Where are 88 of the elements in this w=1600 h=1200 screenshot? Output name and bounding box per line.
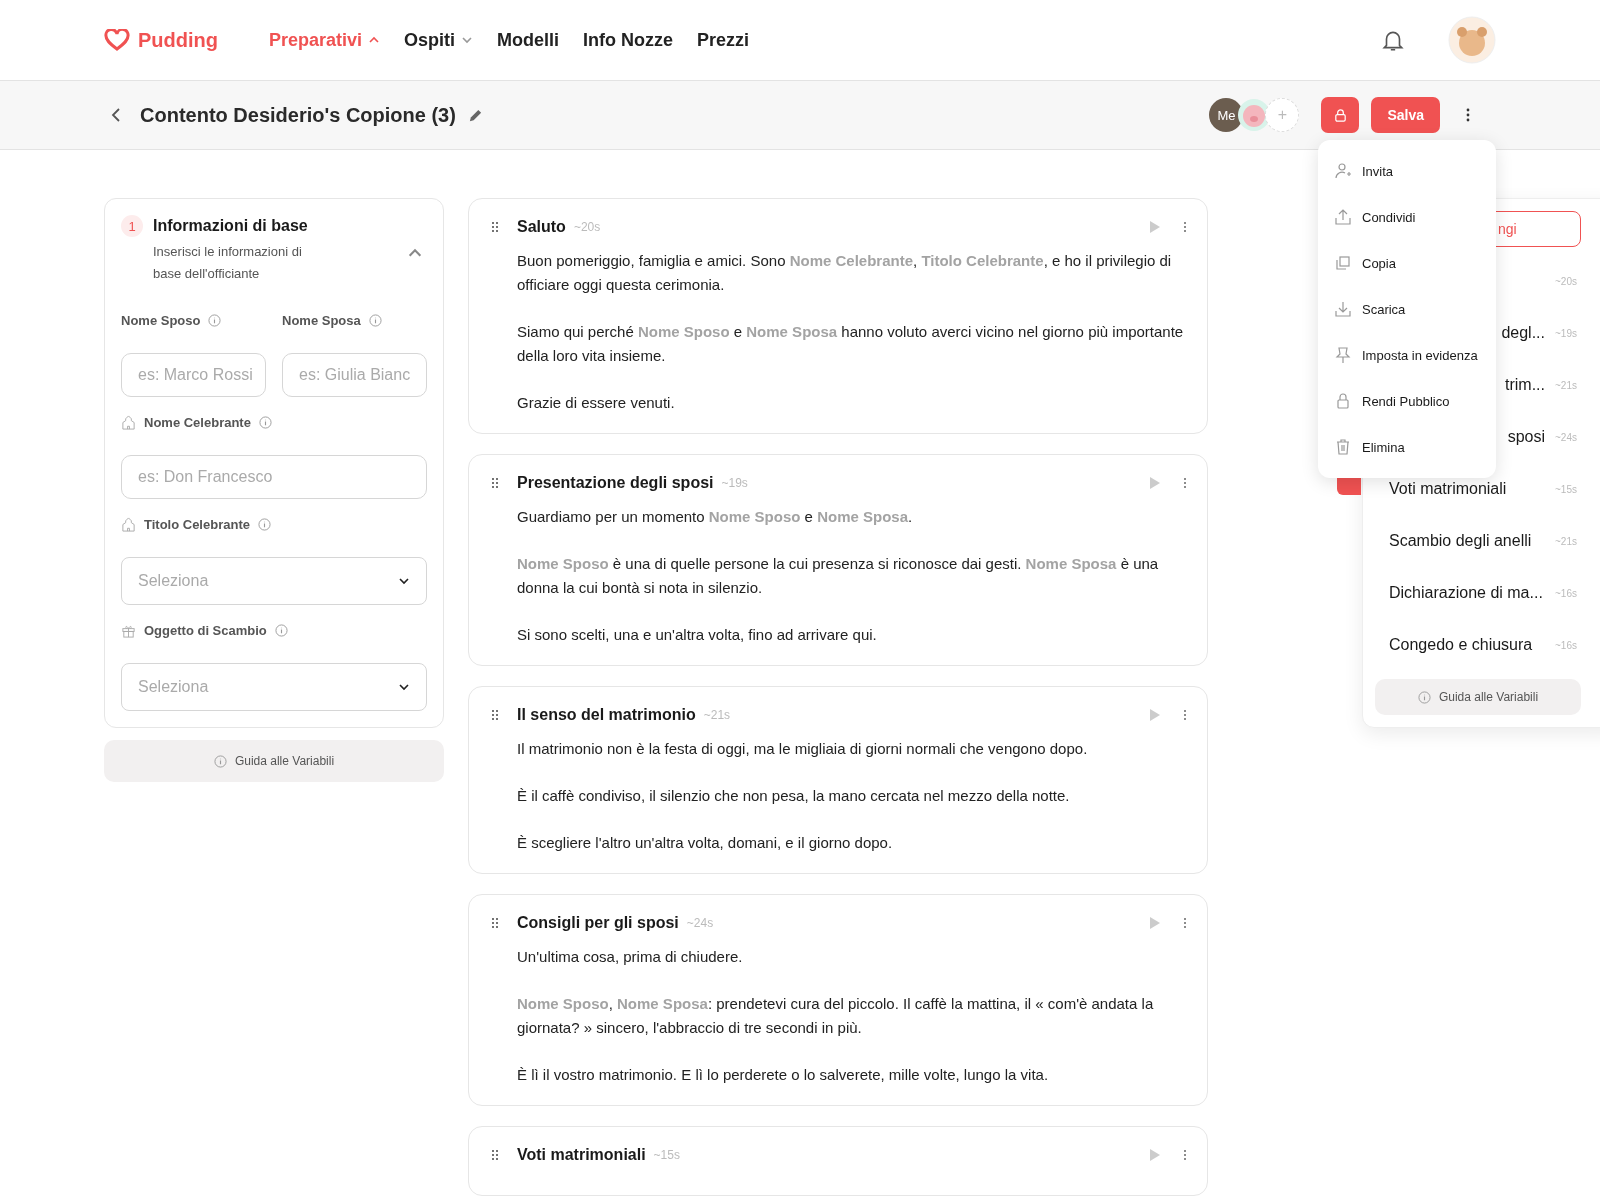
trash-icon [1334,438,1352,456]
script-paragraph: Siamo qui perché Nome Sposo e Nome Sposa hanno voluto averci vicino nel giorno più importante della loro vita insieme. [517,322,1185,366]
field-label: Nome Celebrante [144,414,251,430]
nav-link[interactable]: Info Nozze [583,29,674,51]
menu-item[interactable]: Imposta in evidenza [1318,332,1496,378]
pin-icon [1334,346,1352,364]
outline-item[interactable]: Dichiarazione di ma... [1375,584,1545,602]
info-icon [213,754,227,768]
script-paragraph: È lì il vostro matrimonio. E lì lo perderete o lo salverete, mille volte, lungo la vita. [517,1065,1050,1085]
outline-item[interactable]: Scambio degli anelli [1375,532,1545,550]
script-paragraph: Il matrimonio non è la festa di oggi, ma le migliaia di giorni normali che vengono dopo. [517,739,1089,759]
menu-item[interactable]: Copia [1318,240,1496,286]
brand-name: Pudding [138,28,218,52]
user-avatar[interactable] [1448,16,1496,64]
section-title: Saluto [517,218,566,236]
step-number: 1 [121,215,143,237]
form-subtitle: Inserisci le informazioni di base dell'officiante [153,243,303,283]
download-icon [1334,300,1352,318]
lock-icon [1332,107,1348,123]
form-title: Informazioni di base [153,216,309,236]
section-title: Il senso del matrimonio [517,706,696,724]
back-icon[interactable] [110,107,122,123]
section-duration: ~20s [573,220,601,234]
item-duration: ~19s [1555,327,1578,339]
script-paragraph: Un'ultima cosa, prima di chiudere. [517,947,744,967]
drag-handle-icon[interactable] [491,709,499,721]
info-icon [257,517,271,531]
lock-icon [1334,392,1352,410]
section-duration: ~21s [703,708,731,722]
pencil-icon[interactable] [467,107,483,123]
item-duration: ~21s [1555,535,1578,547]
field-label: Titolo Celebrante [144,516,250,532]
item-duration: ~16s [1555,639,1578,651]
info-icon [274,623,288,637]
chevron-down-icon [398,681,410,693]
outline-item[interactable]: Congedo e chiusura [1375,636,1545,654]
chevron-down-icon [461,34,474,46]
menu-item[interactable]: Rendi Pubblico [1318,378,1496,424]
section-title: Presentazione degli sposi [517,474,714,492]
drag-handle-icon[interactable] [491,477,499,489]
info-icon [208,313,222,327]
field-label: Nome Sposa [282,312,361,328]
item-duration: ~16s [1555,587,1578,599]
drag-handle-icon[interactable] [491,1149,499,1161]
item-duration: ~15s [1555,483,1578,495]
church-icon [121,414,136,430]
script-title: Contento Desiderio's Copione (3) [140,103,456,127]
script-paragraph: Buon pomeriggio, famiglia e amici. Sono Nome Celebrante, Titolo Celebrante, e ho il privilegio di officiare oggi questa cerimonia. [517,251,1173,295]
copy-icon [1334,254,1352,272]
item-duration: ~20s [1555,275,1578,287]
script-paragraph: È il caffè condiviso, il silenzio che non pesa, la mano cercata nel mezzo della notte. [517,786,1071,806]
section-duration: ~19s [721,476,748,490]
church-icon [121,516,136,532]
script-paragraph: Guardiamo per un momento Nome Sposo e Nome Sposa. [517,507,914,527]
drag-handle-icon[interactable] [491,221,499,233]
section-title: Consigli per gli sposi [517,914,679,932]
nav-link[interactable]: Ospiti [404,29,474,51]
script-paragraph: Nome Sposo, Nome Sposa: prendetevi cura del piccolo. Il caffè la mattina, il « com'è andata la giornata? » sincero, l'abbraccio di tre secondi in più. [517,994,1155,1038]
info-icon [258,415,272,429]
menu-item[interactable]: Invita [1318,148,1496,194]
drag-handle-icon[interactable] [491,917,499,929]
script-paragraph: Grazie di essere venuti. [517,393,676,413]
script-paragraph: Nome Sposo è una di quelle persone la cui presenza si riconosce dai gesti. Nome Sposa è una donna la cui bontà si nota in silenzio. [517,554,1160,598]
lock-button[interactable] [1321,97,1360,133]
heart-logo-icon [104,29,130,51]
outline-item[interactable]: Voti matrimoniali [1375,480,1545,498]
invite-user-icon [1334,162,1352,180]
info-icon [1417,690,1431,704]
variables-guide-button[interactable]: Guida alle Variabili [104,740,444,782]
menu-item[interactable]: Scarica [1318,286,1496,332]
chevron-down-icon [398,575,410,587]
item-duration: ~24s [1555,431,1578,443]
field-label: Oggetto di Scambio [144,622,267,638]
variables-guide-button[interactable]: Guida alle Variabili [1375,679,1581,715]
nav-link[interactable]: Modelli [497,29,560,51]
section-duration: ~15s [653,1148,680,1162]
info-icon [368,313,382,327]
section-title: Voti matrimoniali [517,1146,646,1164]
nav-link[interactable]: Prezzi [697,29,750,51]
item-duration: ~21s [1555,379,1578,391]
section-duration: ~24s [686,916,714,930]
script-paragraph: È scegliere l'altro un'altra volta, domani, e il giorno dopo. [517,833,894,853]
script-paragraph: Si sono scelti, una e un'altra volta, fino ad arrivare qui. [517,625,878,645]
upload-icon [1334,208,1352,226]
more-icon[interactable] [1466,107,1470,123]
field-label: Nome Sposo [121,312,201,328]
menu-item[interactable]: Condividi [1318,194,1496,240]
menu-item[interactable]: Elimina [1318,424,1496,470]
